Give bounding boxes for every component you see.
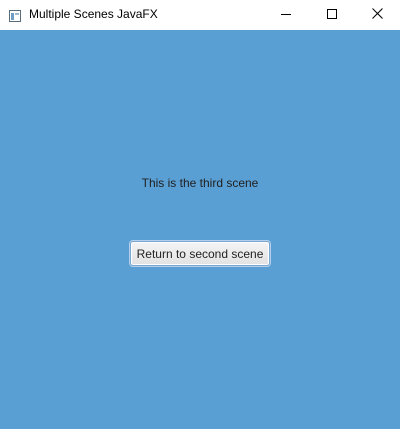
return-to-second-scene-button[interactable]: Return to second scene — [130, 241, 270, 266]
close-button[interactable] — [354, 0, 400, 30]
maximize-button[interactable] — [309, 0, 355, 30]
close-icon — [371, 6, 383, 24]
title-bar[interactable]: Multiple Scenes JavaFX — [0, 0, 400, 30]
app-window: Multiple Scenes JavaFX This is the third… — [0, 0, 400, 429]
minimize-button[interactable] — [263, 0, 309, 30]
maximize-icon — [327, 6, 337, 24]
window-title: Multiple Scenes JavaFX — [29, 7, 158, 21]
scene-content: This is the third scene Return to second… — [0, 30, 400, 429]
scene-label: This is the third scene — [141, 176, 259, 190]
minimize-icon — [281, 6, 291, 24]
javafx-window-icon — [9, 9, 21, 22]
